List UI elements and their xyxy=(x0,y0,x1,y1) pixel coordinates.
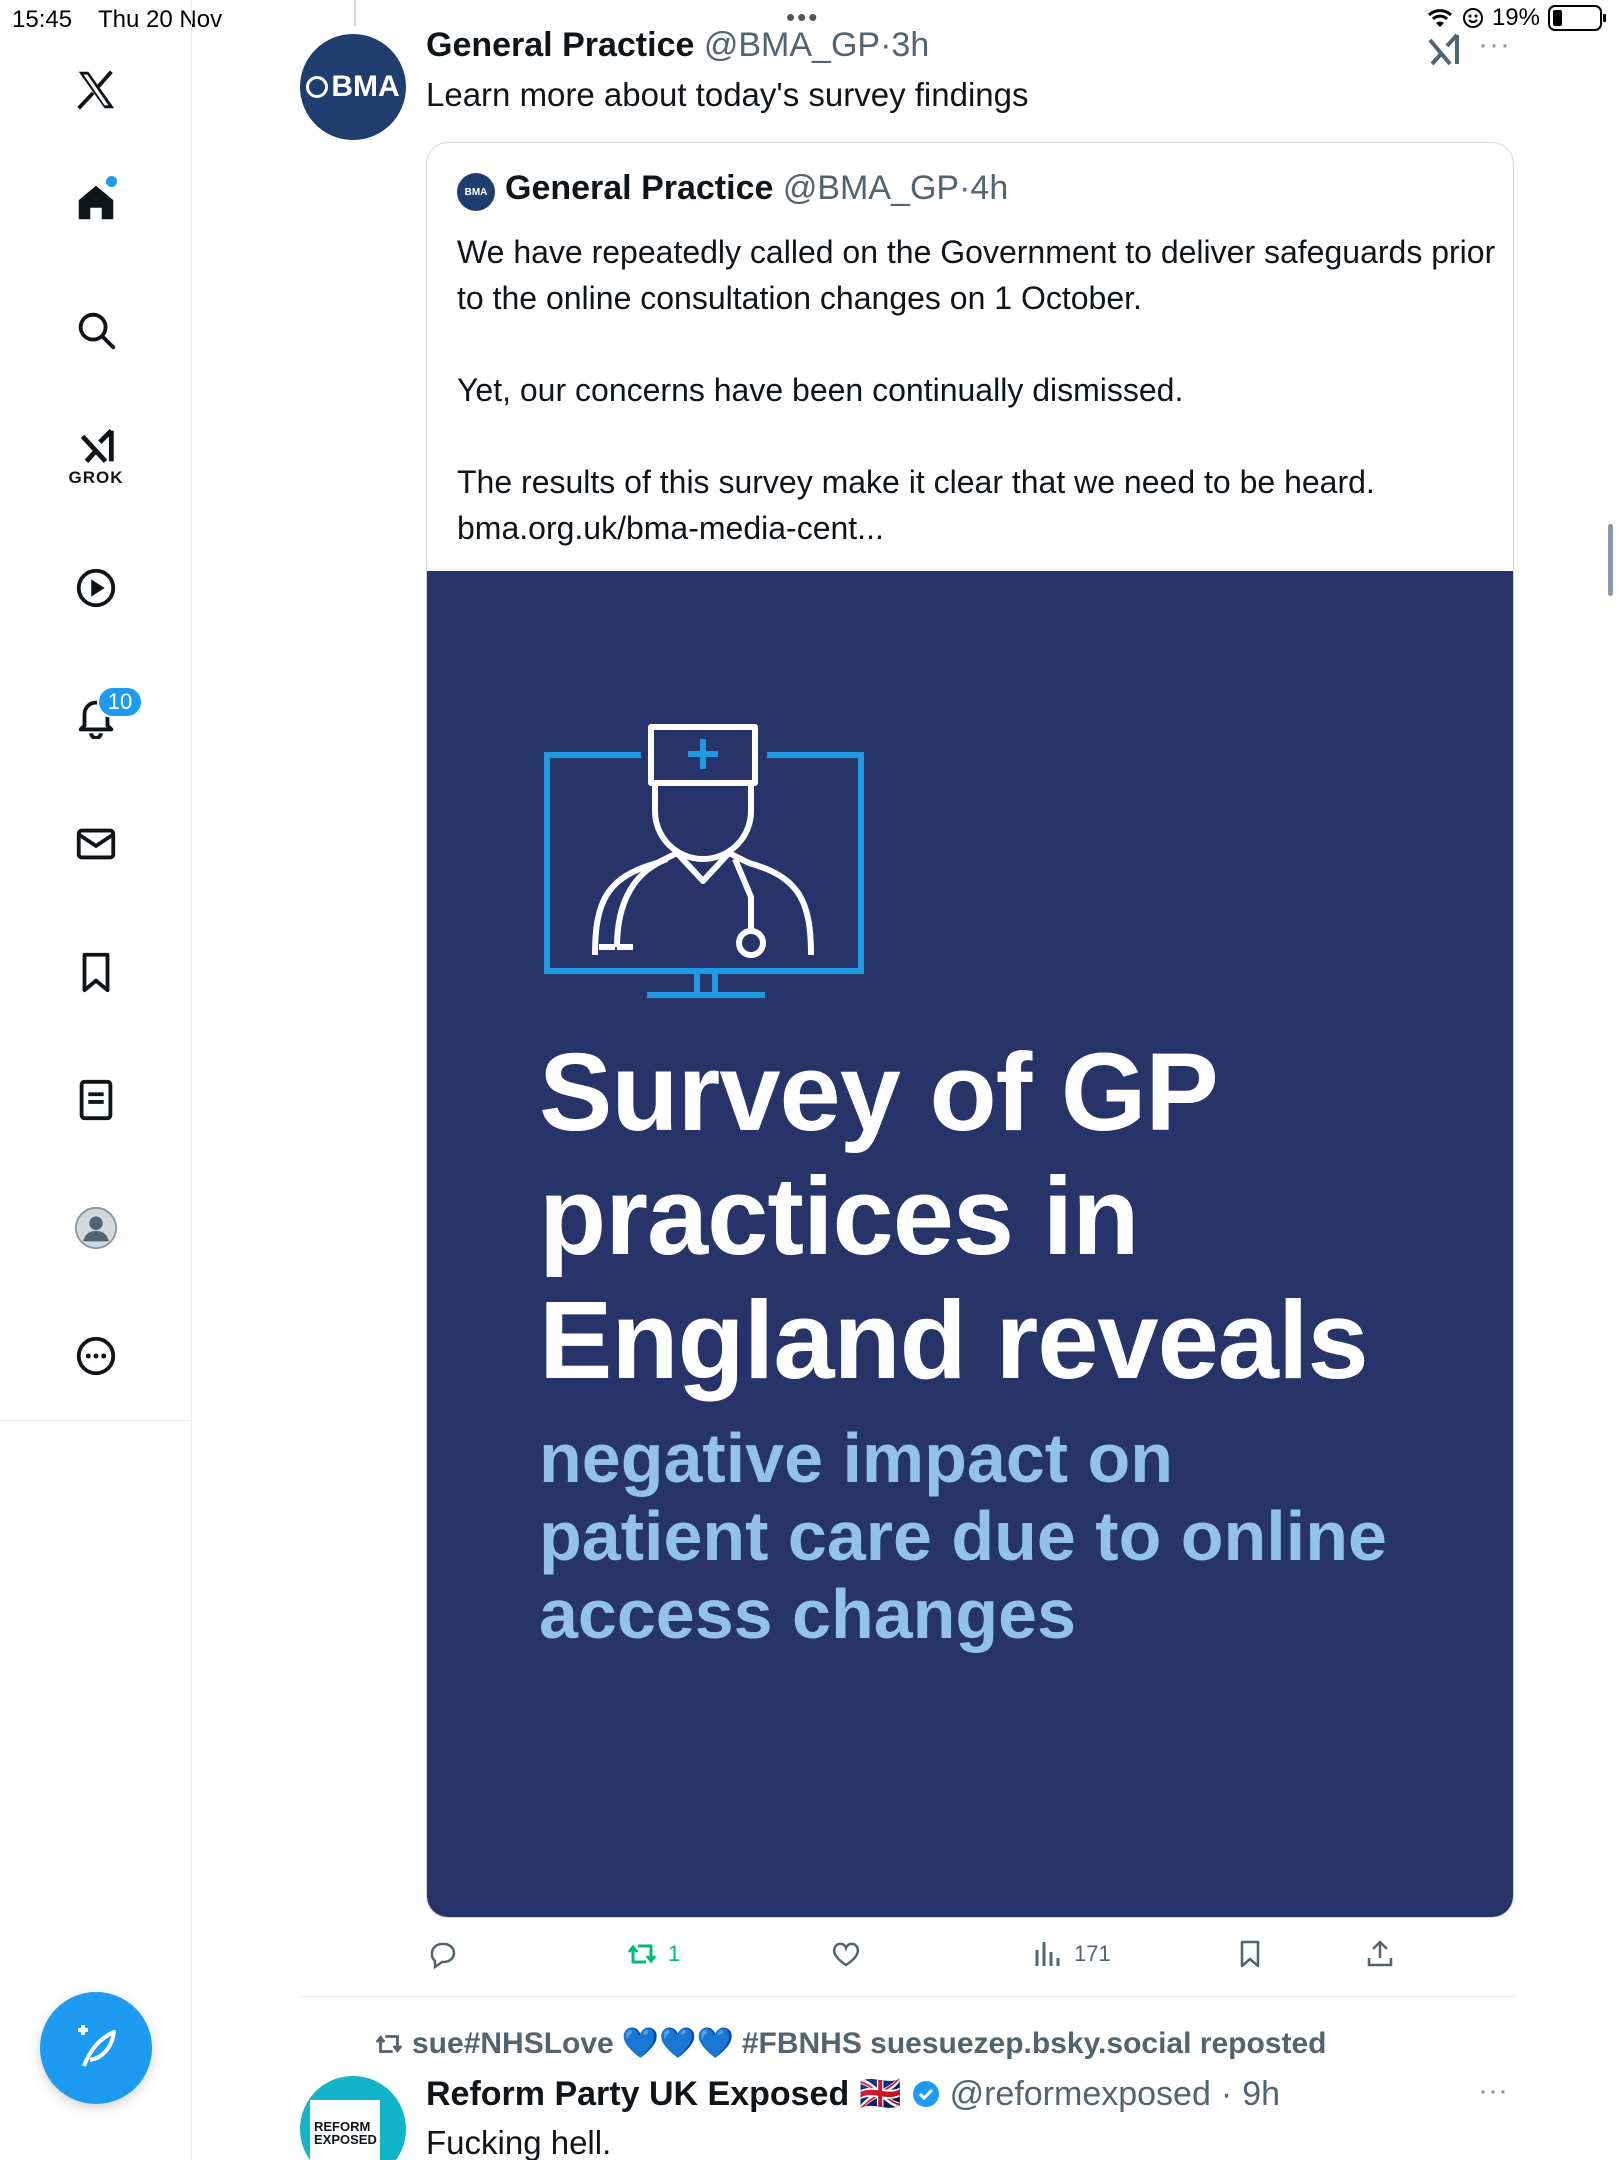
retweet-icon xyxy=(375,2034,403,2053)
compose-button[interactable] xyxy=(40,1992,152,2104)
retweet-count: 1 xyxy=(668,1941,681,1966)
tweet-header: Reform Party UK Exposed 🇬🇧 @reformexpose… xyxy=(426,2074,1280,2114)
share-icon xyxy=(1367,1940,1393,1967)
quote-link[interactable]: bma.org.uk/bma-media-cent... xyxy=(457,505,1497,551)
quote-header: General Practice @BMA_GP·4h xyxy=(505,169,1008,208)
repost-attribution[interactable]: sue#NHSLove 💙💙💙 #FBNHS suesuezep.bsky.soci… xyxy=(374,2026,1326,2061)
quote-time: 4h xyxy=(970,169,1009,207)
tweet-actions: 1 171 xyxy=(0,1938,1620,1978)
more-options-button[interactable]: ··· xyxy=(1478,28,1511,62)
quote-author-name[interactable]: General Practice xyxy=(505,169,773,207)
image-subtitle-line: negative impact on xyxy=(539,1419,1174,1497)
more-circle-icon[interactable] xyxy=(66,1326,126,1386)
image-title-line: England reveals xyxy=(539,1279,1369,1402)
retweet-button[interactable]: 1 xyxy=(626,1938,680,1970)
views-button[interactable]: 171 xyxy=(1032,1938,1111,1970)
dot-separator: · xyxy=(959,169,971,207)
sidebar: GROK 10 xyxy=(0,0,192,2160)
tweet-text: Fucking hell. xyxy=(426,2124,612,2160)
author-handle[interactable]: @reformexposed xyxy=(950,2075,1211,2114)
reply-icon xyxy=(430,1942,456,1970)
author-handle[interactable]: @BMA_GP xyxy=(704,26,880,64)
repost-user-prefix: sue#NHSLove xyxy=(412,2026,614,2060)
image-title-line: practices in xyxy=(539,1155,1139,1278)
focus-icon xyxy=(1462,8,1483,28)
bell-icon[interactable]: 10 xyxy=(66,686,143,746)
author-name[interactable]: Reform Party UK Exposed xyxy=(426,2075,849,2114)
video-icon[interactable] xyxy=(66,558,126,618)
retweet-icon xyxy=(627,1944,657,1964)
avatar[interactable]: REFORM EXPOSED xyxy=(300,2076,406,2160)
tweet-text: Learn more about today's survey findings xyxy=(426,76,1029,113)
reply-button[interactable] xyxy=(426,1938,458,1970)
image-title-line: Survey of GP xyxy=(539,1031,1219,1154)
dot-separator: · xyxy=(1220,2074,1233,2113)
bookmark-button[interactable] xyxy=(1234,1938,1266,1970)
doctor-monitor-icon xyxy=(544,724,864,998)
quote-paragraph: We have repeatedly called on the Governm… xyxy=(457,234,1496,316)
tweet-divider xyxy=(300,1996,1514,1997)
thread-line xyxy=(354,0,356,26)
home-unread-dot xyxy=(106,176,117,187)
flag-icon: 🇬🇧 xyxy=(859,2075,902,2113)
bookmark-icon xyxy=(1240,1940,1260,1968)
tweet-time[interactable]: 3h xyxy=(891,26,929,64)
avatar[interactable]: BMA xyxy=(300,34,406,140)
quote-author-handle[interactable]: @BMA_GP xyxy=(783,169,959,207)
profile-icon[interactable] xyxy=(66,1198,126,1258)
bookmark-icon[interactable] xyxy=(66,942,126,1002)
x-logo-icon[interactable] xyxy=(66,60,126,120)
views-icon xyxy=(1035,1942,1060,1966)
notifications-badge: 10 xyxy=(97,686,143,718)
list-icon[interactable] xyxy=(66,1070,126,1130)
grok-icon[interactable] xyxy=(1424,30,1464,70)
search-icon[interactable] xyxy=(66,300,126,360)
home-icon[interactable] xyxy=(66,172,126,232)
quoted-tweet[interactable]: BMA General Practice @BMA_GP·4h We have … xyxy=(426,142,1514,1918)
repost-hearts: 💙💙💙 xyxy=(621,2027,734,2060)
avatar-text: REFORM EXPOSED xyxy=(310,2100,380,2160)
mail-icon[interactable] xyxy=(66,814,126,874)
author-name[interactable]: General Practice xyxy=(426,26,694,64)
share-button[interactable] xyxy=(1364,1938,1396,1970)
wifi-icon xyxy=(1427,9,1452,27)
image-title: Survey of GP practices in England reveal… xyxy=(539,1031,1369,1403)
like-button[interactable] xyxy=(830,1938,862,1970)
avatar-text: BMA xyxy=(331,70,400,103)
quote-text: We have repeatedly called on the Governm… xyxy=(457,229,1497,551)
more-options-button[interactable]: ··· xyxy=(1478,2074,1508,2108)
quote-paragraph: Yet, our concerns have been continually … xyxy=(457,372,1184,408)
like-icon xyxy=(832,1942,860,1967)
tweet-header: General Practice @BMA_GP·3h xyxy=(426,26,929,65)
image-subtitle-line: access changes xyxy=(539,1575,1077,1653)
repost-user-suffix: #FBNHS suesuezep.bsky.social reposted xyxy=(741,2026,1327,2060)
dot-separator: · xyxy=(880,26,892,64)
image-subtitle-line: patient care due to online xyxy=(539,1497,1387,1575)
sidebar-divider xyxy=(0,1420,192,1421)
bma-logo-icon xyxy=(306,76,329,98)
tweet-time[interactable]: 9h xyxy=(1242,2075,1280,2114)
quote-paragraph: The results of this survey make it clear… xyxy=(457,464,1375,500)
verified-badge-icon xyxy=(912,2081,939,2107)
compose-icon xyxy=(78,2025,116,2067)
quote-image[interactable]: Survey of GP practices in England reveal… xyxy=(427,571,1513,1917)
views-count: 171 xyxy=(1074,1941,1111,1966)
quote-avatar[interactable]: BMA xyxy=(457,173,495,211)
grok-label: GROK xyxy=(68,468,124,487)
grok-icon[interactable]: GROK xyxy=(66,424,126,487)
battery-icon xyxy=(1548,5,1606,31)
image-subtitle: negative impact on patient care due to o… xyxy=(539,1419,1387,1653)
scrollbar[interactable] xyxy=(1608,524,1613,596)
